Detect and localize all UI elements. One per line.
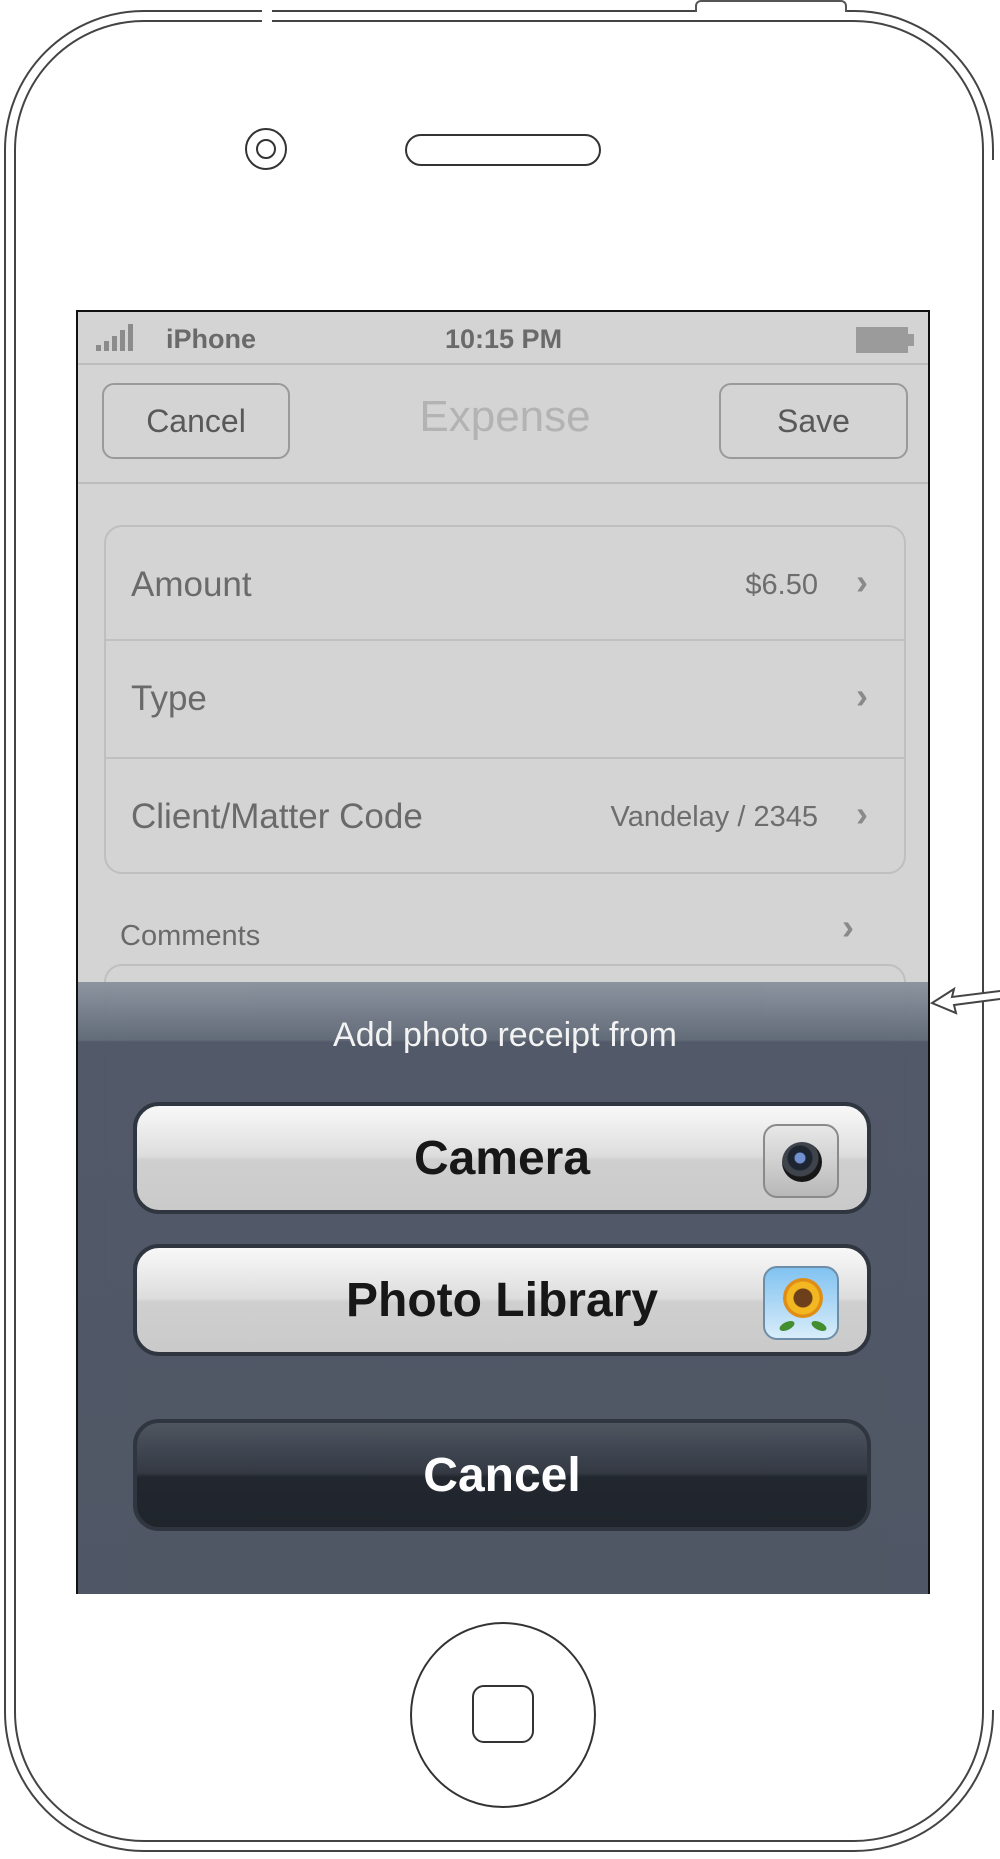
home-button-icon xyxy=(472,1685,534,1743)
carrier-name: iPhone xyxy=(166,324,257,354)
photo-library-button-label: Photo Library xyxy=(345,1273,659,1327)
nav-cancel-button[interactable]: Cancel xyxy=(102,383,290,459)
power-button[interactable] xyxy=(695,0,847,12)
action-sheet: Add photo receipt from Camera Photo Libr… xyxy=(78,982,928,1594)
signal-bar-3 xyxy=(112,336,117,351)
navigation-bar: Cancel Expense Save xyxy=(78,365,928,484)
chevron-right-icon: › xyxy=(856,561,868,602)
signal-bar-1 xyxy=(96,345,101,351)
action-sheet-title: Add photo receipt from xyxy=(333,1016,677,1054)
front-camera-lens xyxy=(256,139,276,159)
client-matter-row[interactable]: Client/Matter Code Vandelay / 2345 › xyxy=(106,757,904,872)
camera-button-label: Camera xyxy=(413,1131,591,1185)
page-title: Expense xyxy=(419,392,591,441)
sunflower-icon xyxy=(783,1278,823,1318)
details-group: Amount $6.50 › Type › Client/Matter Code… xyxy=(104,525,906,874)
status-bar: iPhone 10:15 PM xyxy=(78,312,928,365)
callout-arrow-icon xyxy=(930,986,1000,1015)
comments-section-label: Comments xyxy=(120,920,261,952)
screen: iPhone 10:15 PM Cancel Expense Save Amou… xyxy=(76,310,930,1594)
chevron-right-icon: › xyxy=(856,793,868,834)
camera-lens-icon xyxy=(782,1142,822,1182)
amount-label: Amount xyxy=(131,565,252,604)
signal-bar-4 xyxy=(120,330,125,351)
signal-bar-5 xyxy=(128,324,133,351)
leaf-icon xyxy=(810,1318,828,1334)
battery-tip xyxy=(908,334,914,346)
type-row[interactable]: Type › xyxy=(106,639,904,757)
amount-row[interactable]: Amount $6.50 › xyxy=(106,527,904,639)
camera-button[interactable]: Camera xyxy=(133,1102,871,1214)
type-label: Type xyxy=(131,679,207,718)
save-button[interactable]: Save xyxy=(719,383,908,459)
status-time: 10:15 PM xyxy=(445,324,563,354)
signal-bar-2 xyxy=(104,341,109,351)
leaf-icon xyxy=(778,1318,796,1334)
client-matter-label: Client/Matter Code xyxy=(131,797,423,836)
client-matter-value: Vandelay / 2345 xyxy=(610,801,818,833)
camera-app-icon xyxy=(763,1124,839,1198)
action-sheet-cancel-button[interactable]: Cancel xyxy=(133,1419,871,1531)
amount-value: $6.50 xyxy=(745,569,818,601)
frame-notch xyxy=(262,0,272,22)
battery-icon xyxy=(856,327,908,353)
photos-app-icon xyxy=(763,1266,839,1340)
side-gap xyxy=(985,160,1000,1710)
earpiece-speaker xyxy=(405,134,601,166)
photo-library-button[interactable]: Photo Library xyxy=(133,1244,871,1356)
comments-chevron-icon: › xyxy=(842,906,854,947)
chevron-right-icon: › xyxy=(856,675,868,716)
